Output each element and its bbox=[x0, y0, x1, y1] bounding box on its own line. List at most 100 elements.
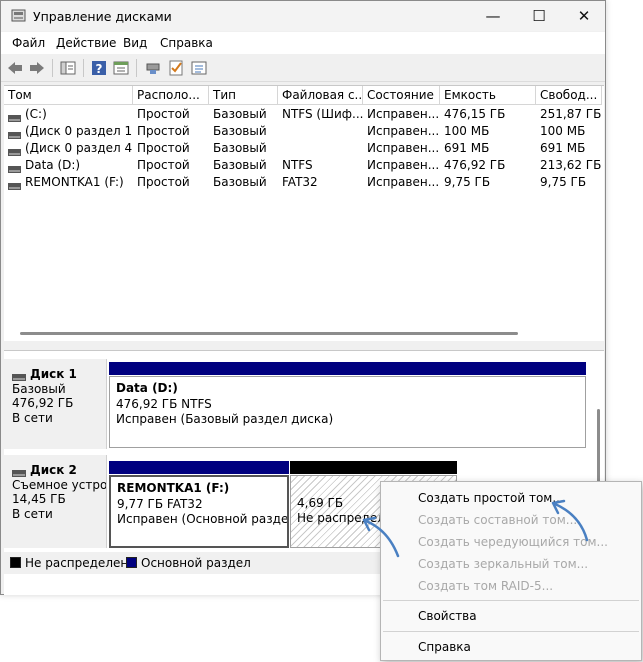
volume-name: Data (D:) bbox=[25, 158, 81, 172]
volume-name: REMONTKA1 (F:) bbox=[25, 175, 124, 189]
table-row[interactable]: (Диск 0 раздел 4) Простой Базовый Исправ… bbox=[4, 140, 604, 157]
menu-separator bbox=[383, 631, 639, 632]
unallocated-bar bbox=[290, 461, 457, 474]
volume-status: Исправен... bbox=[367, 107, 440, 121]
volume-free: 251,87 ГБ bbox=[540, 107, 602, 121]
volume-icon bbox=[8, 161, 21, 173]
disk-name: Диск 1 bbox=[30, 367, 77, 381]
partition-title: Data (D:) bbox=[116, 381, 178, 395]
volume-icon bbox=[8, 110, 21, 122]
volume-free: 100 МБ bbox=[540, 124, 586, 138]
back-icon[interactable] bbox=[6, 59, 24, 77]
primary-partition-bar bbox=[109, 362, 586, 375]
menu-action[interactable]: Действие bbox=[56, 36, 116, 50]
disk-icon bbox=[12, 370, 26, 381]
partition-remontka1-f[interactable]: REMONTKA1 (F:) 9,77 ГБ FAT32 Исправен (О… bbox=[109, 461, 289, 548]
show-hide-tree-icon[interactable] bbox=[59, 59, 77, 77]
disk-2-info[interactable]: Диск 2 Съемное устро 14,45 ГБ В сети bbox=[4, 455, 107, 548]
volume-layout: Простой bbox=[137, 107, 190, 121]
legend-primary-swatch bbox=[126, 557, 137, 568]
volume-type: Базовый bbox=[213, 141, 267, 155]
volume-type: Базовый bbox=[213, 158, 267, 172]
volume-filesystem bbox=[278, 140, 363, 157]
properties-icon[interactable] bbox=[112, 59, 130, 77]
partition-title: REMONTKA1 (F:) bbox=[117, 481, 230, 495]
table-row[interactable]: REMONTKA1 (F:) Простой Базовый FAT32 Исп… bbox=[4, 174, 604, 191]
menu-help[interactable]: Справка bbox=[160, 36, 213, 50]
disk-size: 14,45 ГБ bbox=[12, 492, 66, 506]
check-icon[interactable] bbox=[167, 59, 185, 77]
toolbar-separator bbox=[83, 59, 84, 77]
menu-item-create-raid5-volume[interactable]: Создать том RAID-5... bbox=[418, 579, 553, 593]
volume-capacity: 476,15 ГБ bbox=[444, 107, 506, 121]
menu-item-properties[interactable]: Свойства bbox=[418, 609, 477, 623]
connect-icon[interactable] bbox=[144, 59, 162, 77]
volume-icon bbox=[8, 127, 21, 139]
primary-partition-bar bbox=[109, 461, 289, 474]
menu-file[interactable]: Файл bbox=[12, 36, 45, 50]
menu-bar: Файл Действие Вид Справка bbox=[1, 32, 605, 54]
disk-status: В сети bbox=[12, 506, 53, 521]
partition-status: Исправен (Основной раздел) bbox=[117, 512, 289, 526]
disk-size: 476,92 ГБ bbox=[12, 396, 74, 410]
table-row[interactable]: (C:) Простой Базовый NTFS (Шиф... Исправ… bbox=[4, 106, 604, 123]
refresh-list-icon[interactable] bbox=[190, 59, 208, 77]
svg-text:?: ? bbox=[96, 62, 103, 76]
minimize-button[interactable]: — bbox=[470, 1, 516, 31]
help-icon[interactable]: ? bbox=[90, 59, 108, 77]
disk-type: Базовый bbox=[12, 381, 66, 396]
volume-status: Исправен... bbox=[367, 158, 440, 172]
volume-filesystem: NTFS (Шиф... bbox=[282, 107, 363, 121]
volume-capacity: 100 МБ bbox=[444, 124, 490, 138]
volume-capacity: 476,92 ГБ bbox=[444, 158, 506, 172]
column-header-free[interactable]: Свобод... bbox=[536, 86, 602, 105]
close-button[interactable]: ✕ bbox=[561, 1, 607, 31]
menu-item-help[interactable]: Справка bbox=[418, 640, 471, 654]
volume-list: Том Располо... Тип Файловая с... Состоян… bbox=[4, 85, 604, 341]
volume-free: 691 МБ bbox=[540, 141, 586, 155]
partition-size-fs: 9,77 ГБ FAT32 bbox=[117, 496, 203, 511]
table-row[interactable]: Data (D:) Простой Базовый NTFS Исправен.… bbox=[4, 157, 604, 174]
column-header-layout[interactable]: Располо... bbox=[133, 86, 209, 105]
volume-type: Базовый bbox=[213, 107, 267, 121]
menu-item-create-simple-volume[interactable]: Создать простой том... bbox=[418, 491, 564, 505]
volume-status: Исправен... bbox=[367, 141, 440, 155]
partition-status: Исправен (Базовый раздел диска) bbox=[116, 412, 334, 426]
window-title: Управление дисками bbox=[33, 9, 172, 24]
disk-name: Диск 2 bbox=[30, 463, 77, 477]
menu-separator bbox=[383, 600, 639, 601]
disk-icon bbox=[12, 466, 26, 477]
volume-status: Исправен... bbox=[367, 124, 440, 138]
volume-name: (Диск 0 раздел 1) bbox=[25, 124, 133, 138]
column-header-status[interactable]: Состояние bbox=[363, 86, 440, 105]
horizontal-scrollbar[interactable] bbox=[20, 332, 518, 335]
maximize-button[interactable]: ☐ bbox=[516, 1, 562, 31]
forward-icon[interactable] bbox=[28, 59, 46, 77]
legend-primary-label: Основной раздел bbox=[141, 556, 251, 570]
column-header-volume[interactable]: Том bbox=[4, 86, 133, 105]
menu-view[interactable]: Вид bbox=[123, 36, 147, 50]
volume-filesystem bbox=[278, 123, 363, 140]
volume-icon bbox=[8, 144, 21, 156]
context-menu: Создать простой том... Создать составной… bbox=[380, 481, 642, 661]
title-bar[interactable]: Управление дисками — ☐ ✕ bbox=[1, 1, 605, 31]
menu-item-create-mirrored-volume[interactable]: Создать зеркальный том... bbox=[418, 557, 588, 571]
toolbar-separator bbox=[136, 59, 137, 77]
column-header-capacity[interactable]: Емкость bbox=[440, 86, 536, 105]
disk-1-info[interactable]: Диск 1 Базовый 476,92 ГБ В сети bbox=[4, 359, 107, 449]
volume-filesystem: FAT32 bbox=[282, 175, 318, 189]
disk-status: В сети bbox=[12, 410, 53, 425]
volume-filesystem: NTFS bbox=[282, 158, 313, 172]
legend-unallocated-swatch bbox=[10, 557, 21, 568]
table-row[interactable]: (Диск 0 раздел 1) Простой Базовый Исправ… bbox=[4, 123, 604, 140]
volume-name: (C:) bbox=[25, 107, 47, 121]
menu-item-create-striped-volume[interactable]: Создать чередующийся том... bbox=[418, 535, 608, 549]
partition-data-d[interactable]: Data (D:) 476,92 ГБ NTFS Исправен (Базов… bbox=[109, 362, 586, 448]
volume-layout: Простой bbox=[137, 158, 190, 172]
column-header-filesystem[interactable]: Файловая с... bbox=[278, 86, 363, 105]
volume-layout: Простой bbox=[137, 175, 190, 189]
menu-item-create-spanned-volume[interactable]: Создать составной том... bbox=[418, 513, 577, 527]
column-header-type[interactable]: Тип bbox=[209, 86, 278, 105]
disk-type: Съемное устро bbox=[12, 477, 107, 492]
volume-type: Базовый bbox=[213, 175, 267, 189]
